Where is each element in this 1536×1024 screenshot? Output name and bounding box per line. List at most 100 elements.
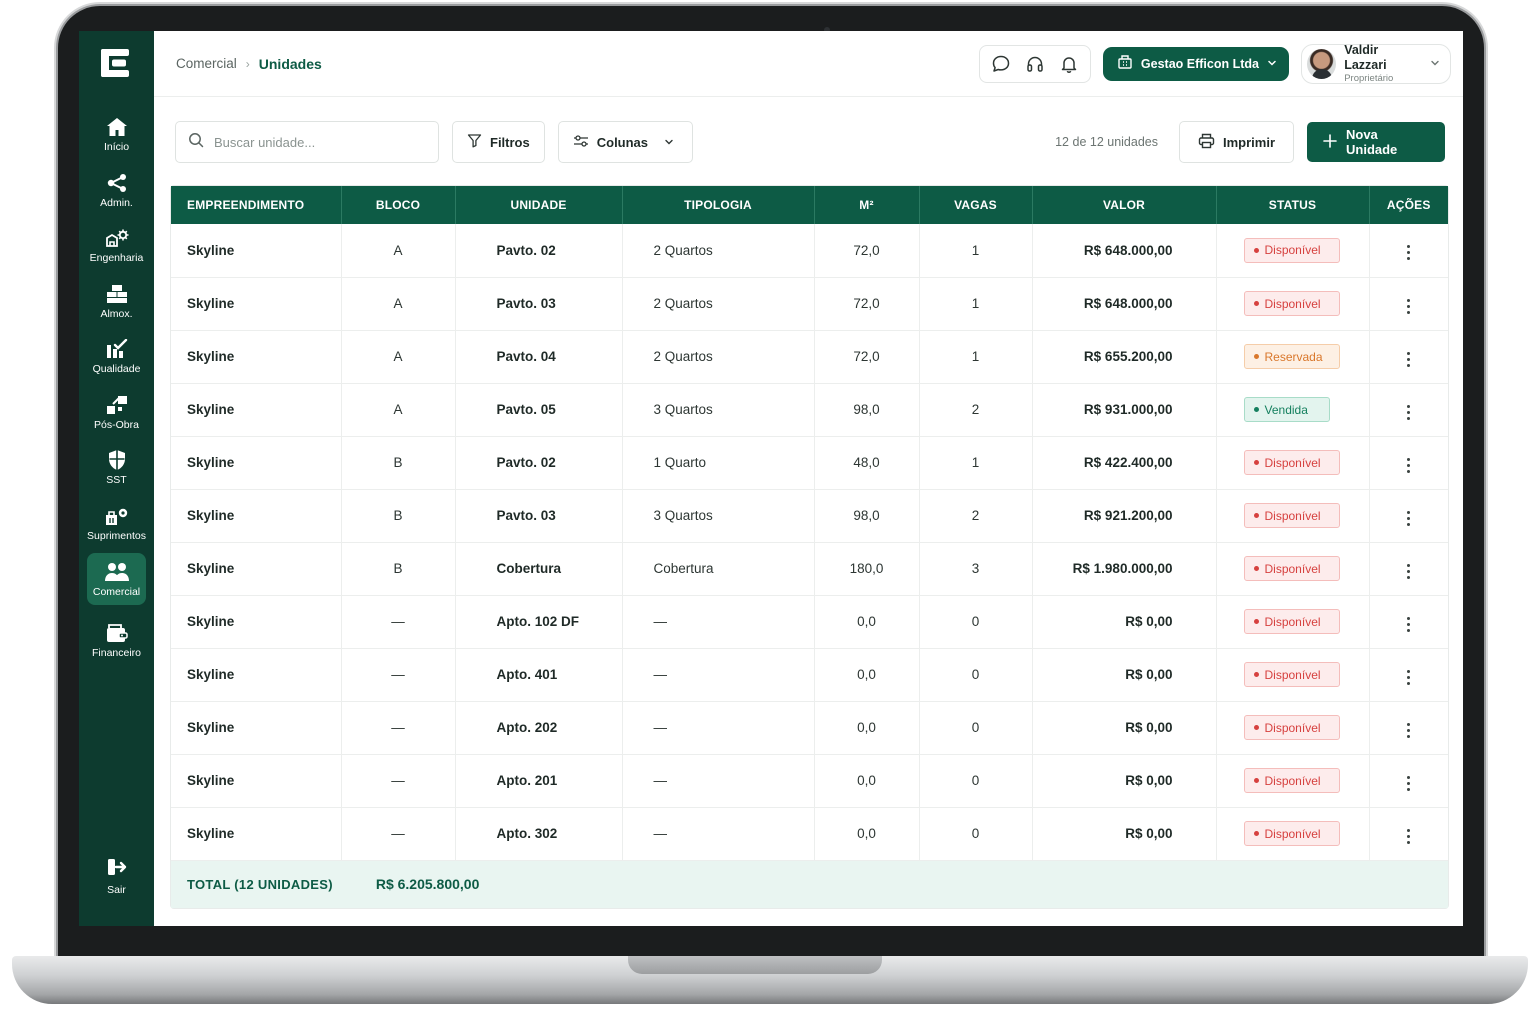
cell-area: 72,0 [814, 224, 920, 278]
sidebar-item-posobra[interactable]: Pós-Obra [79, 385, 154, 441]
more-vertical-icon[interactable] [1401, 560, 1416, 583]
cell-empreendimento: Skyline [171, 542, 342, 596]
status-label: Disponível [1264, 720, 1321, 735]
column-header[interactable]: UNIDADE [455, 186, 623, 224]
total-row: TOTAL (12 UNIDADES) R$ 6.205.800,00 [171, 860, 1448, 908]
new-unit-button[interactable]: Nova Unidade [1307, 122, 1445, 162]
column-header[interactable]: BLOCO [341, 186, 456, 224]
table-row[interactable]: Skyline — Apto. 201—0,0 0 R$ 0,00 Disponível [171, 754, 1448, 808]
sidebar-item-financeiro[interactable]: Financeiro [79, 613, 154, 669]
column-header[interactable]: STATUS [1216, 186, 1370, 224]
cell-status: Disponível [1216, 807, 1370, 861]
status-badge: Disponível [1243, 291, 1340, 316]
sidebar-item-admin[interactable]: Admin. [79, 163, 154, 219]
cell-unidade: Apto. 201 [455, 754, 623, 808]
table-row[interactable]: Skyline A Pavto. 02 2 Quartos 72,0 1 R$ 648.00… [171, 224, 1448, 278]
column-header[interactable]: AÇÕES [1369, 186, 1448, 224]
status-dot-icon [1253, 672, 1259, 677]
table-row[interactable]: Skyline B Pavto. 03 3 Quartos 98,0 2 R$ 921.20… [171, 489, 1448, 543]
app-logo[interactable] [99, 47, 131, 79]
more-vertical-icon[interactable] [1401, 348, 1416, 371]
sidebar-item-label: Admin. [100, 196, 133, 209]
table-row[interactable]: Skyline — Apto. 102 DF —0,0 0 R$ 0,00 Disponív… [171, 595, 1448, 649]
logout-button[interactable]: Sair [79, 858, 154, 896]
cell-acoes [1369, 383, 1448, 437]
sidebar-item-engenharia[interactable]: Engenharia [79, 218, 154, 274]
table-row[interactable]: Skyline B Cobertura Cobertura 180,0 3 R$ 1.980… [171, 542, 1448, 596]
more-vertical-icon[interactable] [1401, 454, 1416, 477]
cell-status: Reservada [1216, 330, 1370, 384]
status-dot-icon [1253, 513, 1259, 518]
sidebar-item-inicio[interactable]: Início [79, 107, 154, 163]
cell-tipologia: 2 Quartos [622, 224, 815, 278]
table-row[interactable]: Skyline A Pavto. 03 2 Quartos 72,0 1 R$ 648.00… [171, 277, 1448, 331]
more-vertical-icon[interactable] [1401, 613, 1416, 636]
cell-valor: R$ 0,00 [1032, 807, 1217, 861]
more-vertical-icon[interactable] [1401, 772, 1416, 795]
more-vertical-icon[interactable] [1401, 719, 1416, 742]
cell-empreendimento: Skyline [171, 648, 342, 702]
cell-unidade: Apto. 401 [455, 648, 623, 702]
column-header[interactable]: TIPOLOGIA [622, 186, 815, 224]
status-label: Disponível [1264, 296, 1321, 311]
printer-icon [1198, 133, 1215, 152]
cell-bloco: — [341, 595, 456, 649]
cell-area: 72,0 [814, 277, 920, 331]
more-vertical-icon[interactable] [1401, 507, 1416, 530]
chevron-down-icon [664, 135, 674, 150]
status-dot-icon [1253, 566, 1259, 571]
table-row[interactable]: Skyline — Apto. 202—0,0 0 R$ 0,00 Disponível [171, 701, 1448, 755]
table-row[interactable]: Skyline — Apto. 401—0,0 0 R$ 0,00 Disponível [171, 648, 1448, 702]
cell-unidade: Pavto. 03 [455, 277, 623, 331]
cell-vagas: 2 [919, 489, 1033, 543]
column-header[interactable]: M² [814, 186, 920, 224]
status-label: Disponível [1264, 561, 1321, 576]
sidebar-item-sst[interactable]: SST [79, 440, 154, 496]
table-row[interactable]: Skyline B Pavto. 02 1 Quarto 48,0 1 R$ 422.400… [171, 436, 1448, 490]
more-vertical-icon[interactable] [1401, 401, 1416, 424]
cell-tipologia: — [622, 595, 815, 649]
table-row[interactable]: Skyline — Apto. 302—0,0 0 R$ 0,00 Disponível [171, 807, 1448, 861]
sidebar-item-suprimentos[interactable]: Suprimentos [79, 496, 154, 552]
more-vertical-icon[interactable] [1401, 295, 1416, 318]
cell-unidade: Apto. 302 [455, 807, 623, 861]
user-menu[interactable]: Valdir Lazzari Proprietário [1301, 43, 1451, 84]
table-row[interactable]: Skyline A Pavto. 04 2 Quartos 72,0 1 R$ 655.20… [171, 330, 1448, 384]
company-selector[interactable]: Gestao Efficon Ltda [1102, 46, 1289, 81]
status-badge: Disponível [1243, 556, 1340, 581]
column-header[interactable]: VALOR [1032, 186, 1217, 224]
filters-button[interactable]: Filtros [452, 121, 545, 163]
print-button[interactable]: Imprimir [1178, 121, 1294, 163]
cell-tipologia: 2 Quartos [622, 277, 815, 331]
cell-valor: R$ 1.980.000,00 [1032, 542, 1217, 596]
more-vertical-icon[interactable] [1401, 666, 1416, 689]
table-row[interactable]: Skyline A Pavto. 05 3 Quartos 98,0 2 R$ 931.00… [171, 383, 1448, 437]
sidebar-item-comercial[interactable]: Comercial [87, 553, 146, 605]
cell-acoes [1369, 330, 1448, 384]
headset-icon[interactable] [1020, 49, 1050, 79]
columns-button[interactable]: Colunas [557, 121, 694, 163]
column-header[interactable]: EMPREENDIMENTO [171, 186, 342, 224]
cell-bloco: — [341, 701, 456, 755]
sidebar-item-label: Suprimentos [87, 529, 146, 542]
more-vertical-icon[interactable] [1401, 825, 1416, 848]
cell-vagas: 0 [919, 595, 1033, 649]
cell-valor: R$ 921.200,00 [1032, 489, 1217, 543]
breadcrumb-parent[interactable]: Comercial [176, 56, 237, 71]
filter-icon [467, 133, 482, 151]
cell-status: Disponível [1216, 224, 1370, 278]
chat-icon[interactable] [986, 49, 1016, 79]
more-vertical-icon[interactable] [1401, 241, 1416, 264]
status-label: Vendida [1264, 402, 1308, 417]
search-input[interactable] [214, 134, 414, 150]
cell-area: 180,0 [814, 542, 920, 596]
sidebar-item-almox[interactable]: Almox. [79, 274, 154, 330]
cell-status: Disponível [1216, 436, 1370, 490]
column-header[interactable]: VAGAS [919, 186, 1033, 224]
cell-bloco: A [341, 383, 456, 437]
cell-valor: R$ 648.000,00 [1032, 277, 1217, 331]
sidebar-item-qualidade[interactable]: Qualidade [79, 329, 154, 385]
bell-icon[interactable] [1054, 49, 1084, 79]
status-label: Disponível [1264, 455, 1321, 470]
cell-status: Disponível [1216, 489, 1370, 543]
